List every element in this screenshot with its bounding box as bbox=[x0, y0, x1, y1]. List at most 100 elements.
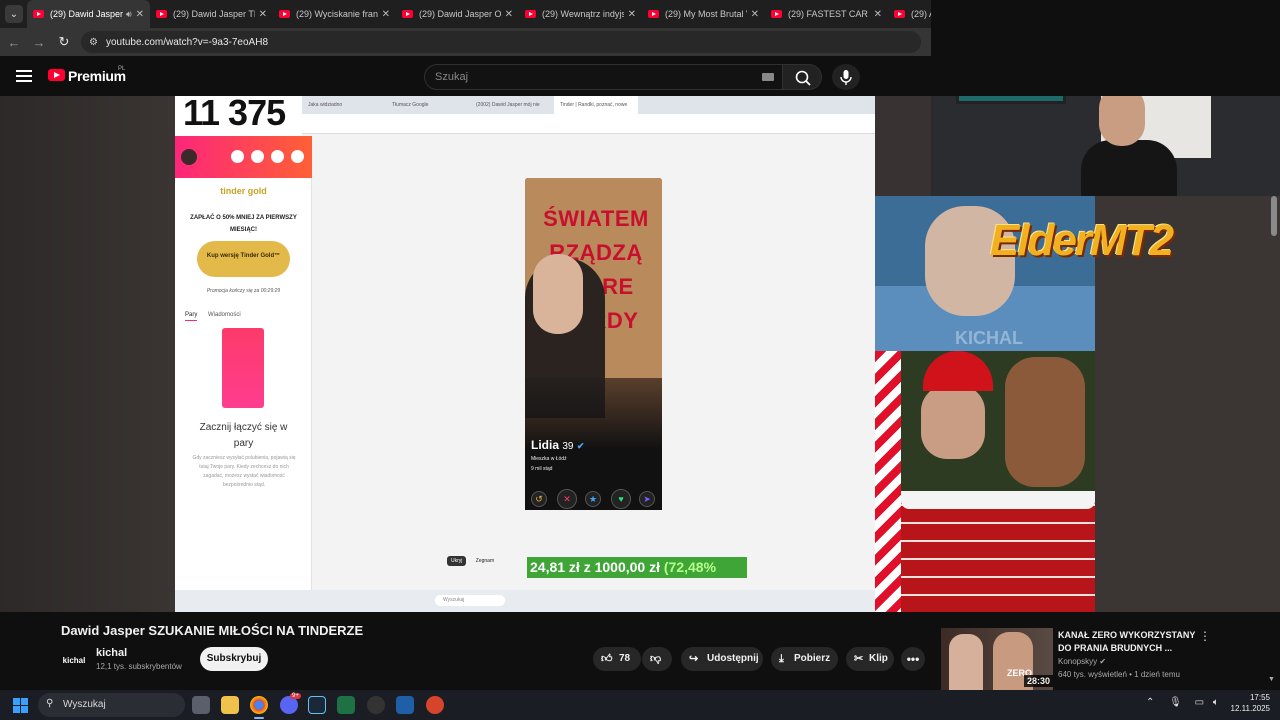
thumb-person-1 bbox=[949, 634, 983, 690]
page-scrollbar[interactable] bbox=[1271, 196, 1277, 236]
verified-icon: ✔ bbox=[1099, 657, 1107, 666]
eldermt2-logo: ElderMT2 bbox=[990, 216, 1174, 265]
obs-icon[interactable] bbox=[367, 696, 385, 714]
tab-title: (29) My Most Brutal V bbox=[665, 9, 747, 19]
video-player[interactable]: 11 375 Jaka widziadno Tłumacz Google (2002… bbox=[0, 96, 1280, 612]
forward-arrow-icon[interactable]: → bbox=[28, 31, 50, 53]
tab-title: (29) Wewnątrz indyjsk bbox=[542, 9, 624, 19]
download-icon: ⤓ bbox=[779, 653, 784, 665]
captured-search: Wyszukaj bbox=[435, 595, 505, 606]
profile-card: ŚWIATEM RZĄDZĄ STARE PIERDY Lidia 39 ✔ M… bbox=[525, 178, 662, 498]
chevron-up-icon[interactable]: ⌃ bbox=[1146, 697, 1154, 708]
reload-icon[interactable]: ↻ bbox=[53, 31, 75, 53]
close-icon[interactable]: ✕ bbox=[628, 9, 636, 20]
close-icon[interactable]: ✕ bbox=[382, 9, 390, 20]
recommended-channel-name: Konopskyy bbox=[1058, 657, 1098, 666]
clock-time[interactable]: 17:55 bbox=[1246, 693, 1270, 702]
buy-gold-button: Kup wersję Tinder Gold™ bbox=[197, 241, 290, 277]
browser-tab[interactable]: (29) Dawid Jasper ON ✕ bbox=[396, 0, 519, 28]
browser-tab[interactable]: (29) Wewnątrz indyjsk ✕ bbox=[519, 0, 642, 28]
tab-title: (29) Dawid Jasper ON bbox=[419, 9, 501, 19]
more-vert-icon[interactable]: ⋮ bbox=[1199, 629, 1211, 643]
search-button[interactable] bbox=[782, 64, 822, 90]
download-label: Pobierz bbox=[794, 653, 831, 664]
profile-age: 39 bbox=[562, 441, 574, 452]
volume-icon[interactable]: 🔈︎ bbox=[1213, 697, 1219, 708]
more-actions-button[interactable]: ••• bbox=[901, 647, 925, 671]
video-title: Dawid Jasper SZUKANIE MIŁOŚCI NA TINDERZ… bbox=[61, 623, 364, 638]
address-bar[interactable]: ⚙ youtube.com/watch?v=-9a3-7eoAH8 bbox=[81, 31, 921, 53]
windows-start-icon[interactable] bbox=[13, 698, 28, 713]
app-icon[interactable] bbox=[396, 696, 414, 714]
browser-tab-strip: ⌄ (29) Dawid Jasper 🔊︎ ✕ (29) Dawid Jasper … bbox=[0, 0, 931, 28]
close-icon[interactable]: ✕ bbox=[505, 9, 513, 20]
channel-avatar[interactable]: kichal bbox=[61, 648, 87, 674]
browser-tab[interactable]: (29) FASTEST CAR ON ✕ bbox=[765, 0, 888, 28]
microphone-icon bbox=[840, 70, 852, 85]
menu-icon[interactable] bbox=[16, 70, 32, 82]
download-button[interactable]: ⤓ Pobierz bbox=[771, 647, 838, 671]
like-count: 78 bbox=[619, 653, 631, 664]
close-icon[interactable]: ✕ bbox=[259, 9, 267, 20]
aquarium bbox=[956, 96, 1066, 104]
like-icon: ♥ bbox=[611, 489, 631, 509]
snow bbox=[901, 491, 1095, 509]
browser-tab[interactable]: (29) Wyciskanie franc ✕ bbox=[273, 0, 396, 28]
search-input[interactable]: Szukaj bbox=[424, 64, 784, 90]
clip-button[interactable]: ✂ Klip bbox=[846, 647, 894, 671]
scroll-down-icon[interactable]: ▼ bbox=[1268, 676, 1275, 683]
recommended-video-title[interactable]: KANAŁ ZERO WYKORZYSTANY DO PRANIA BRUDNY… bbox=[1058, 629, 1198, 655]
close-icon[interactable]: ✕ bbox=[136, 9, 144, 20]
recommended-meta: 640 tys. wyświetleń • 1 dzień temu bbox=[1058, 670, 1180, 679]
santa-face bbox=[921, 385, 985, 459]
site-info-icon[interactable]: ⚙ bbox=[89, 37, 98, 48]
avatar bbox=[181, 149, 197, 165]
clock-date[interactable]: 12.11.2025 bbox=[1226, 704, 1270, 713]
back-arrow-icon[interactable]: ← bbox=[3, 31, 25, 53]
youtube-logo-icon[interactable] bbox=[48, 69, 65, 81]
thumbs-up-icon: 👍︎ bbox=[601, 653, 613, 665]
browser-tab[interactable]: (29) Dawid Jasper 🔊︎ ✕ bbox=[27, 0, 150, 28]
task-view-icon[interactable] bbox=[192, 696, 210, 714]
close-icon[interactable]: ✕ bbox=[874, 9, 882, 20]
like-button[interactable]: 👍︎ 78 bbox=[593, 647, 641, 671]
voice-search-button[interactable] bbox=[832, 64, 860, 90]
share-button[interactable]: ↪ Udostępnij bbox=[681, 647, 763, 671]
excel-icon[interactable] bbox=[337, 696, 355, 714]
microphone-icon[interactable]: 🎙︎ bbox=[1169, 697, 1182, 708]
captured-browser-tabs: Jaka widziadno Tłumacz Google (2002) Dawid… bbox=[302, 96, 875, 114]
youtube-favicon-icon bbox=[771, 10, 782, 18]
search-icon: ⚲ bbox=[46, 698, 54, 709]
tab-search-dropdown-icon[interactable]: ⌄ bbox=[5, 5, 23, 23]
tab-list: (29) Dawid Jasper 🔊︎ ✕ (29) Dawid Jasper TE… bbox=[27, 0, 931, 28]
subscribe-button[interactable]: Subskrybuj bbox=[200, 647, 268, 671]
browser-tab[interactable]: (29) A bbox=[888, 0, 931, 28]
keyboard-icon[interactable] bbox=[762, 73, 774, 81]
tab-title: (29) Wyciskanie franc bbox=[296, 9, 378, 19]
browser-tab[interactable]: (29) Dawid Jasper TE ✕ bbox=[150, 0, 273, 28]
player-background bbox=[0, 96, 175, 612]
channel-name[interactable]: kichal bbox=[96, 647, 127, 659]
dislike-button[interactable]: 👎︎ bbox=[642, 647, 672, 671]
file-explorer-icon[interactable] bbox=[221, 696, 239, 714]
donation-amount: 24,81 zł z 1000,00 zł bbox=[530, 559, 660, 575]
game-icon[interactable] bbox=[426, 696, 444, 714]
browser-tab[interactable]: (29) My Most Brutal V ✕ bbox=[642, 0, 765, 28]
steam-icon[interactable] bbox=[308, 696, 326, 714]
promo-countdown: Promocja kończy się za 00:29:29 bbox=[206, 288, 281, 294]
system-tray: ⌃ 🎙︎ ▭ 🔈︎ bbox=[1146, 697, 1219, 708]
youtube-favicon-icon bbox=[279, 10, 290, 18]
hide-button: Ukryj bbox=[447, 556, 467, 566]
display-icon[interactable]: ▭ bbox=[1195, 697, 1204, 708]
thumbs-down-icon: 👎︎ bbox=[650, 653, 662, 665]
streamer-head bbox=[1099, 96, 1145, 146]
close-icon[interactable]: ✕ bbox=[751, 9, 759, 20]
speaker-icon[interactable]: 🔊︎ bbox=[126, 9, 132, 20]
scissors-icon: ✂ bbox=[854, 653, 864, 665]
chrome-icon[interactable] bbox=[250, 696, 268, 714]
taskbar-search[interactable]: Wyszukaj bbox=[38, 693, 185, 717]
tab-messages: Wiadomości bbox=[208, 312, 241, 318]
recommended-channel[interactable]: Konopskyy ✔ bbox=[1058, 657, 1106, 666]
match-card-placeholder bbox=[222, 328, 264, 408]
person-face bbox=[533, 254, 583, 334]
